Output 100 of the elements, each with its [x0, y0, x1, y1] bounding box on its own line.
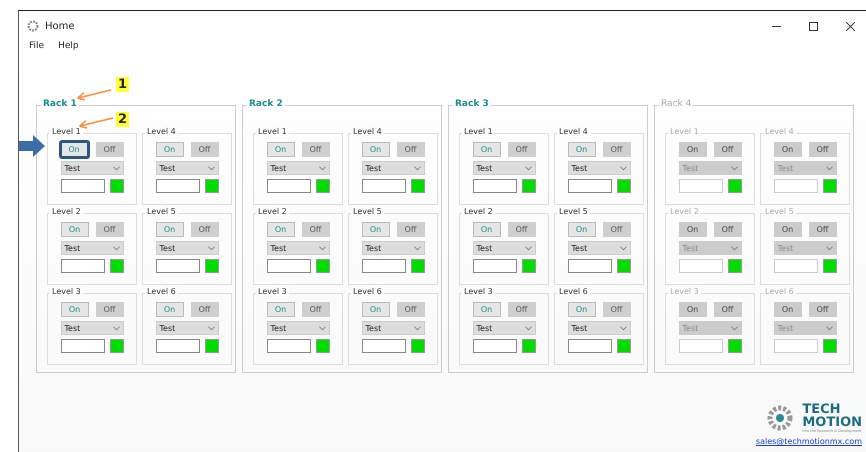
input-field[interactable] — [678, 179, 722, 193]
mode-dropdown[interactable]: Test — [60, 161, 124, 175]
off-button[interactable]: Off — [396, 302, 424, 317]
on-button[interactable]: On — [362, 222, 390, 237]
chevron-icon — [414, 326, 420, 330]
on-button[interactable]: On — [774, 142, 802, 157]
off-button[interactable]: Off — [808, 142, 836, 157]
close-icon[interactable] — [846, 22, 855, 30]
on-button[interactable]: On — [266, 302, 294, 317]
input-field[interactable] — [266, 339, 310, 353]
off-button[interactable]: Off — [602, 142, 630, 157]
on-button[interactable]: On — [568, 302, 596, 317]
mode-dropdown[interactable]: Test — [568, 161, 630, 175]
input-field[interactable] — [156, 179, 200, 193]
off-button[interactable]: Off — [302, 222, 330, 237]
input-field[interactable] — [568, 179, 612, 193]
on-button[interactable]: On — [678, 302, 706, 317]
off-button[interactable]: Off — [508, 142, 536, 157]
input-field[interactable] — [472, 339, 516, 353]
on-button[interactable]: On — [156, 222, 184, 237]
mode-dropdown[interactable]: Test — [362, 161, 424, 175]
input-field[interactable] — [266, 259, 310, 273]
off-button[interactable]: Off — [602, 222, 630, 237]
level-label: Level 5 — [145, 207, 178, 216]
input-field[interactable] — [362, 179, 406, 193]
menu-item[interactable]: Help — [58, 41, 79, 51]
input-field[interactable] — [362, 339, 406, 353]
on-button[interactable]: On — [568, 222, 596, 237]
off-button[interactable]: Off — [602, 302, 630, 317]
input-field[interactable] — [678, 259, 722, 273]
input-field[interactable] — [156, 259, 200, 273]
off-button[interactable]: Off — [96, 222, 124, 237]
on-button[interactable]: On — [678, 142, 706, 157]
input-field[interactable] — [156, 339, 200, 353]
mode-dropdown[interactable]: Test — [266, 241, 330, 255]
mode-dropdown[interactable]: Test — [472, 321, 536, 335]
on-button[interactable]: On — [156, 302, 184, 317]
on-button[interactable]: On — [472, 142, 500, 157]
on-button[interactable]: On — [362, 302, 390, 317]
on-button[interactable]: On — [60, 222, 88, 237]
input-field[interactable] — [472, 259, 516, 273]
on-button[interactable]: On — [568, 142, 596, 157]
mode-dropdown[interactable]: Test — [568, 321, 630, 335]
on-button[interactable]: On — [678, 222, 706, 237]
on-button[interactable]: On — [266, 222, 294, 237]
off-button[interactable]: Off — [96, 142, 124, 157]
off-button[interactable]: Off — [714, 302, 742, 317]
mode-dropdown[interactable]: Test — [266, 161, 330, 175]
off-button[interactable]: Off — [96, 302, 124, 317]
off-button[interactable]: Off — [396, 142, 424, 157]
off-button[interactable]: Off — [508, 302, 536, 317]
on-button[interactable]: On — [58, 140, 90, 159]
input-field[interactable] — [266, 179, 310, 193]
input-field[interactable] — [60, 179, 104, 193]
off-button[interactable]: Off — [190, 302, 218, 317]
off-button[interactable]: Off — [302, 302, 330, 317]
input-field[interactable] — [472, 179, 516, 193]
mode-dropdown[interactable]: Test — [60, 241, 124, 255]
chevron-icon — [730, 326, 738, 330]
on-button[interactable]: On — [362, 142, 390, 157]
input-field[interactable] — [60, 339, 104, 353]
off-button[interactable]: Off — [714, 142, 742, 157]
input-field[interactable] — [774, 259, 818, 273]
off-button[interactable]: Off — [508, 222, 536, 237]
on-button[interactable]: On — [60, 302, 88, 317]
off-button[interactable]: Off — [396, 222, 424, 237]
off-button[interactable]: Off — [808, 302, 836, 317]
input-field[interactable] — [678, 339, 722, 353]
off-button[interactable]: Off — [714, 222, 742, 237]
on-button[interactable]: On — [774, 222, 802, 237]
mode-dropdown[interactable]: Test — [362, 321, 424, 335]
chevron-icon — [318, 326, 326, 330]
input-field[interactable] — [774, 179, 818, 193]
mode-dropdown[interactable]: Test — [60, 321, 124, 335]
mode-dropdown[interactable]: Test — [266, 321, 330, 335]
off-button[interactable]: Off — [808, 222, 836, 237]
input-field[interactable] — [774, 339, 818, 353]
mode-dropdown[interactable]: Test — [472, 161, 536, 175]
input-field[interactable] — [568, 339, 612, 353]
input-field[interactable] — [60, 259, 104, 273]
mode-dropdown[interactable]: Test — [568, 241, 630, 255]
maximize-icon[interactable] — [809, 22, 818, 30]
mode-dropdown[interactable]: Test — [156, 161, 218, 175]
off-button[interactable]: Off — [190, 142, 218, 157]
off-button[interactable]: Off — [190, 222, 218, 237]
on-button[interactable]: On — [774, 302, 802, 317]
input-field[interactable] — [568, 259, 612, 273]
menu-item[interactable]: File — [29, 41, 44, 51]
input-field[interactable] — [362, 259, 406, 273]
email-link[interactable]: sales@techmotionmx.com — [756, 437, 862, 446]
on-button[interactable]: On — [266, 142, 294, 157]
mode-dropdown[interactable]: Test — [362, 241, 424, 255]
mode-dropdown[interactable]: Test — [156, 241, 218, 255]
on-button[interactable]: On — [156, 142, 184, 157]
off-button[interactable]: Off — [302, 142, 330, 157]
on-button[interactable]: On — [472, 302, 500, 317]
mode-dropdown[interactable]: Test — [156, 321, 218, 335]
mode-dropdown[interactable]: Test — [472, 241, 536, 255]
rack-label: Rack 3 — [453, 99, 491, 109]
on-button[interactable]: On — [472, 222, 500, 237]
